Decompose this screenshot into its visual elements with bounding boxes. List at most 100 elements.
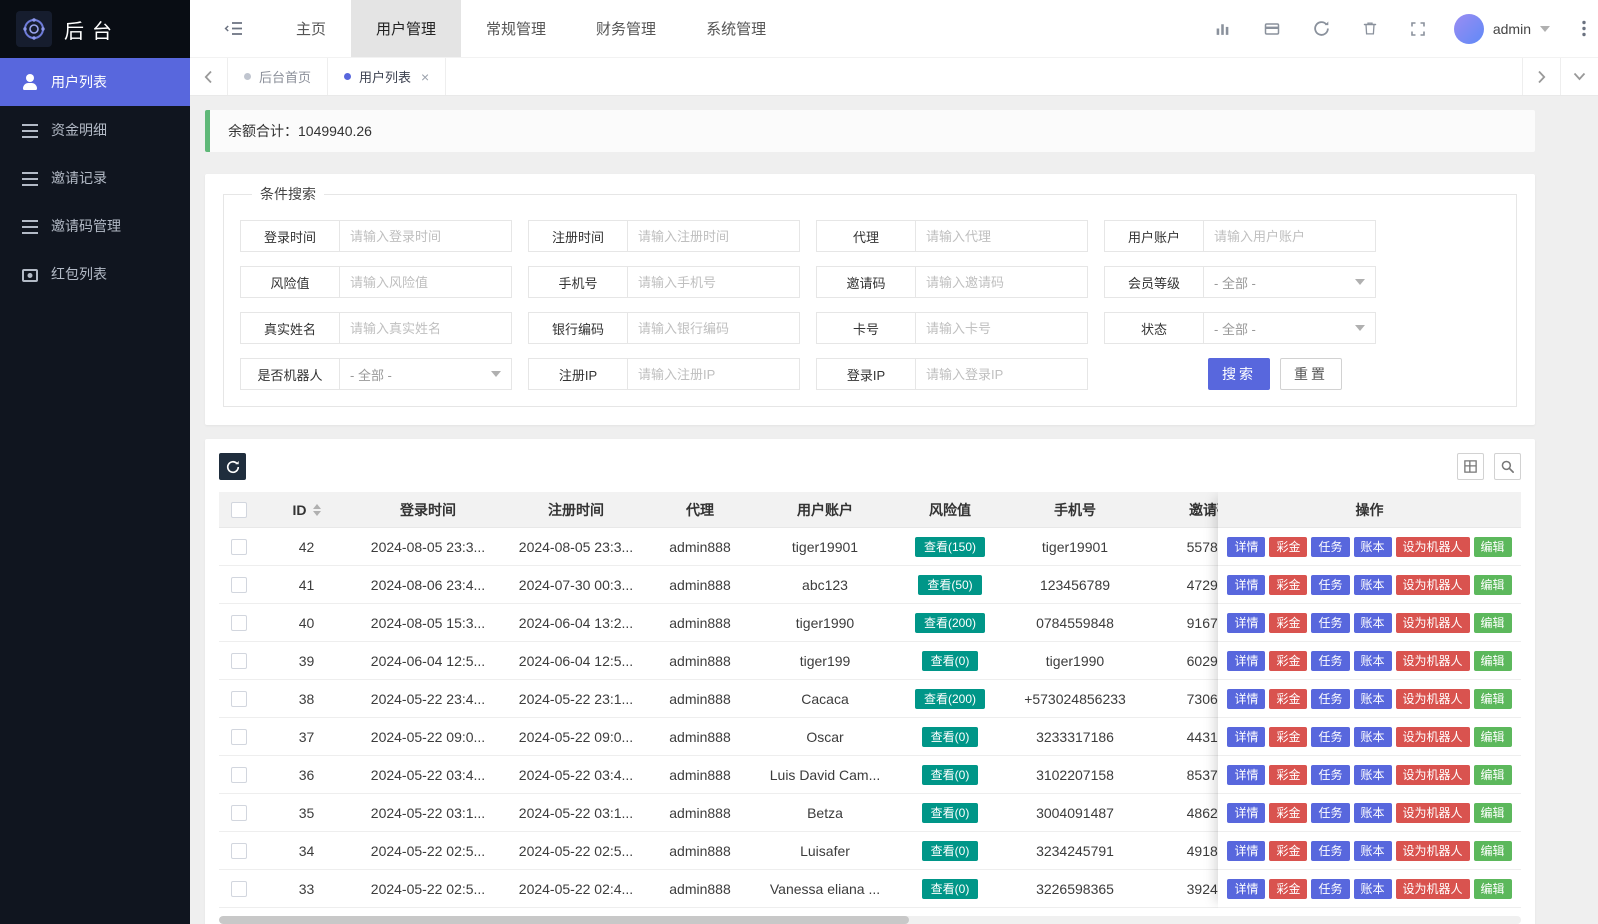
ledger-button[interactable]: 账本 (1354, 841, 1392, 861)
tabs-menu-icon[interactable] (1560, 58, 1598, 95)
bonus-button[interactable]: 彩金 (1269, 575, 1307, 595)
task-button[interactable]: 任务 (1311, 765, 1349, 785)
sort-icon[interactable] (313, 504, 321, 516)
chart-icon[interactable] (1214, 20, 1231, 37)
ledger-button[interactable]: 账本 (1354, 689, 1392, 709)
edit-button[interactable]: 编辑 (1474, 803, 1512, 823)
task-button[interactable]: 任务 (1311, 689, 1349, 709)
nav-item[interactable]: 用户管理 (351, 0, 461, 57)
bonus-button[interactable]: 彩金 (1269, 879, 1307, 899)
task-button[interactable]: 任务 (1311, 879, 1349, 899)
risk-view-badge[interactable]: 查看(0) (922, 841, 979, 861)
sidebar-item[interactable]: 资金明细 (0, 106, 190, 154)
detail-button[interactable]: 详情 (1227, 613, 1265, 633)
field-input[interactable] (627, 312, 800, 344)
edit-button[interactable]: 编辑 (1474, 613, 1512, 633)
detail-button[interactable]: 详情 (1227, 803, 1265, 823)
edit-button[interactable]: 编辑 (1474, 575, 1512, 595)
set-robot-button[interactable]: 设为机器人 (1396, 575, 1470, 595)
risk-view-badge[interactable]: 查看(200) (915, 613, 985, 633)
bonus-button[interactable]: 彩金 (1269, 727, 1307, 747)
bonus-button[interactable]: 彩金 (1269, 765, 1307, 785)
trash-icon[interactable] (1362, 20, 1378, 37)
row-checkbox[interactable] (231, 767, 247, 783)
detail-button[interactable]: 详情 (1227, 765, 1265, 785)
more-icon[interactable] (1582, 20, 1586, 37)
columns-toggle-button[interactable] (1457, 453, 1484, 480)
risk-view-badge[interactable]: 查看(0) (922, 803, 979, 823)
field-input[interactable] (915, 312, 1088, 344)
task-button[interactable]: 任务 (1311, 841, 1349, 861)
edit-button[interactable]: 编辑 (1474, 651, 1512, 671)
detail-button[interactable]: 详情 (1227, 575, 1265, 595)
set-robot-button[interactable]: 设为机器人 (1396, 879, 1470, 899)
sidebar-item[interactable]: 红包列表 (0, 250, 190, 298)
row-checkbox[interactable] (231, 729, 247, 745)
detail-button[interactable]: 详情 (1227, 727, 1265, 747)
nav-item[interactable]: 系统管理 (681, 0, 791, 57)
ledger-button[interactable]: 账本 (1354, 575, 1392, 595)
edit-button[interactable]: 编辑 (1474, 689, 1512, 709)
risk-view-badge[interactable]: 查看(150) (915, 537, 985, 557)
bonus-button[interactable]: 彩金 (1269, 613, 1307, 633)
user-menu[interactable]: admin (1454, 14, 1550, 44)
bonus-button[interactable]: 彩金 (1269, 841, 1307, 861)
reset-button[interactable]: 重置 (1280, 358, 1342, 390)
detail-button[interactable]: 详情 (1227, 841, 1265, 861)
bonus-button[interactable]: 彩金 (1269, 537, 1307, 557)
set-robot-button[interactable]: 设为机器人 (1396, 537, 1470, 557)
field-input[interactable] (627, 358, 800, 390)
tab[interactable]: 后台首页 (228, 58, 328, 95)
sidebar-item[interactable]: 邀请码管理 (0, 202, 190, 250)
row-checkbox[interactable] (231, 615, 247, 631)
task-button[interactable]: 任务 (1311, 537, 1349, 557)
row-checkbox[interactable] (231, 539, 247, 555)
ledger-button[interactable]: 账本 (1354, 727, 1392, 747)
ledger-button[interactable]: 账本 (1354, 803, 1392, 823)
ledger-button[interactable]: 账本 (1354, 765, 1392, 785)
nav-item[interactable]: 常规管理 (461, 0, 571, 57)
table-refresh-button[interactable] (219, 453, 246, 480)
field-select[interactable]: - 全部 - (1203, 266, 1376, 298)
task-button[interactable]: 任务 (1311, 803, 1349, 823)
row-checkbox[interactable] (231, 691, 247, 707)
tab-close-icon[interactable]: × (421, 69, 429, 85)
detail-button[interactable]: 详情 (1227, 689, 1265, 709)
task-button[interactable]: 任务 (1311, 575, 1349, 595)
set-robot-button[interactable]: 设为机器人 (1396, 727, 1470, 747)
edit-button[interactable]: 编辑 (1474, 841, 1512, 861)
sidebar-item[interactable]: 用户列表 (0, 58, 190, 106)
row-checkbox[interactable] (231, 577, 247, 593)
field-input[interactable] (915, 220, 1088, 252)
set-robot-button[interactable]: 设为机器人 (1396, 803, 1470, 823)
tab[interactable]: 用户列表 × (328, 58, 446, 95)
risk-view-badge[interactable]: 查看(200) (915, 689, 985, 709)
tabs-scroll-right-icon[interactable] (1522, 58, 1560, 95)
bonus-button[interactable]: 彩金 (1269, 689, 1307, 709)
risk-view-badge[interactable]: 查看(0) (922, 651, 979, 671)
bonus-button[interactable]: 彩金 (1269, 803, 1307, 823)
search-button[interactable]: 搜索 (1208, 358, 1270, 390)
risk-view-badge[interactable]: 查看(0) (922, 765, 979, 785)
set-robot-button[interactable]: 设为机器人 (1396, 765, 1470, 785)
horizontal-scrollbar[interactable] (219, 916, 1521, 924)
row-checkbox[interactable] (231, 843, 247, 859)
detail-button[interactable]: 详情 (1227, 651, 1265, 671)
ledger-button[interactable]: 账本 (1354, 613, 1392, 633)
field-input[interactable] (339, 220, 512, 252)
set-robot-button[interactable]: 设为机器人 (1396, 841, 1470, 861)
field-input[interactable] (915, 358, 1088, 390)
table-search-button[interactable] (1494, 453, 1521, 480)
ledger-button[interactable]: 账本 (1354, 879, 1392, 899)
task-button[interactable]: 任务 (1311, 613, 1349, 633)
card-icon[interactable] (1263, 21, 1281, 37)
bonus-button[interactable]: 彩金 (1269, 651, 1307, 671)
edit-button[interactable]: 编辑 (1474, 765, 1512, 785)
nav-item[interactable]: 主页 (271, 0, 351, 57)
task-button[interactable]: 任务 (1311, 727, 1349, 747)
ledger-button[interactable]: 账本 (1354, 537, 1392, 557)
sidebar-item[interactable]: 邀请记录 (0, 154, 190, 202)
select-all-checkbox[interactable] (231, 502, 247, 518)
field-input[interactable] (627, 220, 800, 252)
risk-view-badge[interactable]: 查看(50) (918, 575, 981, 595)
